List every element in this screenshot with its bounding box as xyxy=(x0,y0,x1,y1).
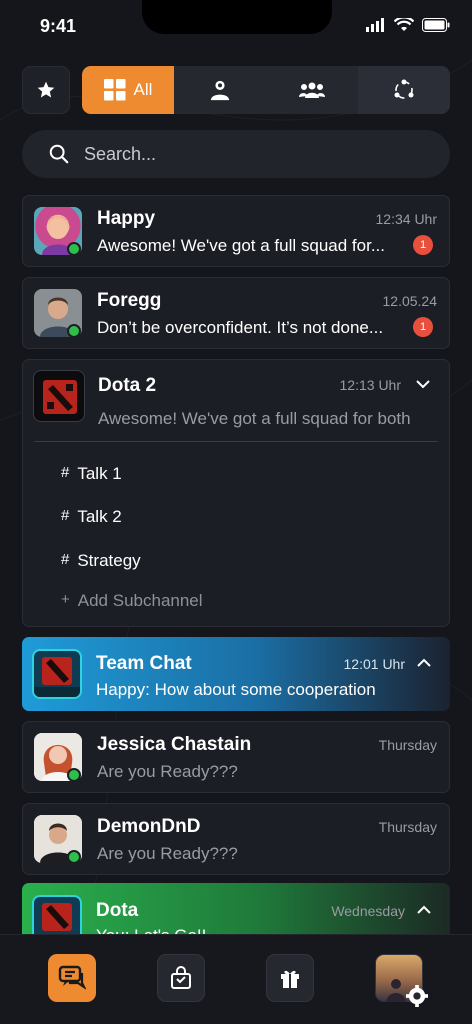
chat-name: Happy xyxy=(97,208,156,229)
person-icon xyxy=(210,80,230,101)
chat-bubbles-icon xyxy=(58,965,86,990)
search-bar xyxy=(22,130,450,178)
shopping-bag-icon xyxy=(171,966,191,989)
favorites-button[interactable] xyxy=(22,66,70,114)
star-icon xyxy=(37,81,55,98)
nav-gifts-button[interactable] xyxy=(266,954,314,1002)
tab-groups[interactable] xyxy=(266,66,358,114)
chat-time: Thursday xyxy=(378,819,437,835)
nav-profile-button[interactable] xyxy=(375,954,428,1007)
chat-time: 12:01 Uhr xyxy=(343,656,405,672)
chevron-up-icon[interactable] xyxy=(416,657,432,669)
dota-logo[interactable] xyxy=(33,370,85,422)
group-icon xyxy=(299,82,325,98)
subchannel-label: Strategy xyxy=(77,551,141,570)
chat-preview: Are you Ready??? xyxy=(97,844,238,863)
wifi-icon xyxy=(394,18,414,31)
chat-preview: Awesome! We've got a full squad for... xyxy=(97,236,385,255)
group-time: 12:13 Uhr xyxy=(339,377,401,393)
plus-icon: + xyxy=(61,591,70,608)
filter-tabs: All xyxy=(82,66,450,114)
signal-icon xyxy=(366,18,384,32)
chat-item-demondnd[interactable]: DemonDnD Thursday Are you Ready??? xyxy=(22,803,450,875)
chat-name: Dota xyxy=(96,900,139,921)
online-indicator xyxy=(67,850,81,864)
chat-item-foregg[interactable]: Foregg 12.05.24 Don’t be overconfident. … xyxy=(22,277,450,349)
online-indicator xyxy=(67,768,81,782)
hash-icon: # xyxy=(61,507,70,524)
tab-all-label: All xyxy=(133,80,153,99)
filter-bar: All xyxy=(22,66,450,114)
chat-preview: Happy: How about some cooperation xyxy=(96,680,376,699)
subchannel-talk-1[interactable]: # Talk 1 xyxy=(61,464,122,484)
unread-badge: 1 xyxy=(413,235,433,255)
subchannel-talk-2[interactable]: # Talk 2 xyxy=(61,507,122,527)
hash-icon: # xyxy=(61,464,70,481)
divider xyxy=(34,441,438,442)
online-indicator xyxy=(67,324,81,338)
subchannel-label: Talk 1 xyxy=(77,464,122,483)
status-time: 9:41 xyxy=(40,16,77,36)
add-subchannel-label: Add Subchannel xyxy=(77,591,203,610)
search-icon xyxy=(49,144,69,164)
nav-shop-button[interactable] xyxy=(157,954,205,1002)
hash-icon: # xyxy=(61,551,70,568)
status-icons xyxy=(366,18,450,32)
search-input[interactable] xyxy=(84,143,404,165)
dota-logo-icon xyxy=(34,657,80,697)
chat-name: Team Chat xyxy=(96,653,192,674)
team-avatar xyxy=(32,649,82,699)
status-bar: 9:41 xyxy=(0,0,472,52)
nav-chats-button[interactable] xyxy=(48,954,96,1002)
chat-name: Jessica Chastain xyxy=(97,734,252,755)
chevron-down-icon[interactable] xyxy=(415,378,431,390)
chat-preview: Don’t be overconfident. It’s not done... xyxy=(97,318,384,337)
chevron-up-icon[interactable] xyxy=(416,904,432,916)
chat-name: Foregg xyxy=(97,290,162,311)
chat-item-team-chat[interactable]: Team Chat 12:01 Uhr Happy: How about som… xyxy=(22,637,450,711)
tab-all[interactable]: All xyxy=(82,66,174,114)
settings-gear-icon xyxy=(406,985,428,1007)
chat-time: Wednesday xyxy=(331,903,405,919)
grid-icon xyxy=(103,79,126,101)
group-name: Dota 2 xyxy=(98,375,157,396)
bottom-nav xyxy=(0,934,472,1024)
chat-item-happy[interactable]: Happy 12:34 Uhr Awesome! We've got a ful… xyxy=(22,195,450,267)
community-icon xyxy=(394,79,414,99)
subchannel-strategy[interactable]: # Strategy xyxy=(61,551,141,571)
tab-communities[interactable] xyxy=(358,66,450,114)
group-item-dota2: Dota 2 12:13 Uhr Awesome! We've got a fu… xyxy=(22,359,450,627)
tab-direct[interactable] xyxy=(174,66,266,114)
add-subchannel-button[interactable]: + Add Subchannel xyxy=(61,591,203,611)
unread-badge: 1 xyxy=(413,317,433,337)
chat-time: Thursday xyxy=(378,737,437,753)
dota-logo-icon xyxy=(43,380,77,414)
chat-time: 12:34 Uhr xyxy=(375,211,437,227)
chat-time: 12.05.24 xyxy=(382,293,438,309)
chat-preview: Are you Ready??? xyxy=(97,762,238,781)
gift-icon xyxy=(281,970,299,988)
chat-item-jessica-chastain[interactable]: Jessica Chastain Thursday Are you Ready?… xyxy=(22,721,450,793)
subchannel-label: Talk 2 xyxy=(77,507,122,526)
device-notch xyxy=(142,0,332,34)
group-preview: Awesome! We've got a full squad for both xyxy=(98,409,411,428)
chat-name: DemonDnD xyxy=(97,816,201,837)
online-indicator xyxy=(67,242,81,256)
battery-icon xyxy=(422,18,450,32)
